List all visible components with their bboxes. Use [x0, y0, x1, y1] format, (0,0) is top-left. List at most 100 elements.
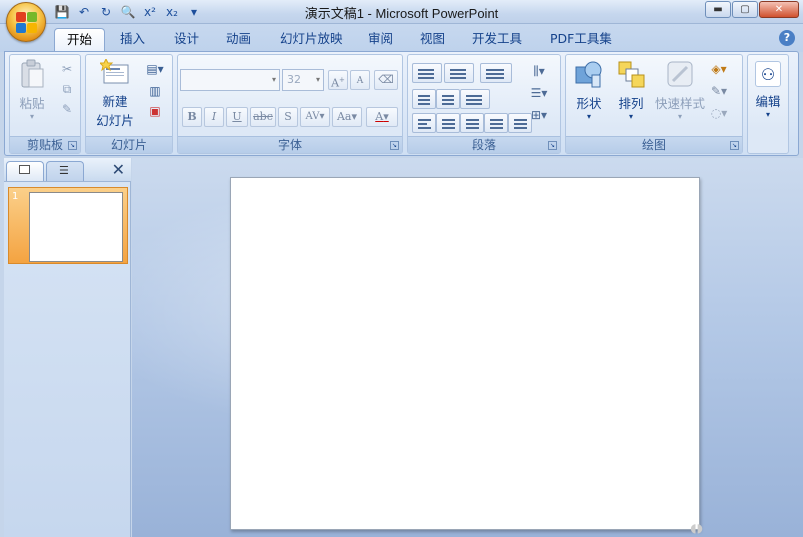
shrink-font-button[interactable]: A: [350, 70, 370, 90]
minimize-button[interactable]: ▬: [705, 1, 731, 18]
dialog-launcher-icon[interactable]: ↘: [390, 141, 399, 150]
font-group: ▾ 32 ▾ A+ A ⌫ B I U abc S AV▾ Aa▾ A▾ 字体 ↘: [177, 54, 403, 154]
align-text-icon[interactable]: ☰▾: [530, 85, 548, 101]
help-button[interactable]: ?: [779, 30, 795, 46]
ribbon: 粘贴 ▾ ✂ ⧉ ✎ 剪贴板 ↘ 新建 幻灯片 ▤▾ ▥ ▣ 幻灯片 ▾ 32 ▾…: [4, 51, 799, 156]
cut-icon[interactable]: ✂: [58, 61, 76, 77]
close-pane-icon[interactable]: ✕: [112, 160, 125, 179]
quick-styles-button[interactable]: 快速样式 ▾: [652, 59, 708, 121]
drawing-group: 形状 ▾ 排列 ▾ 快速样式 ▾ ◈▾ ✎▾ ◌▾ 绘图 ↘: [565, 54, 743, 154]
outline-tab[interactable]: ☰: [46, 161, 84, 181]
shape-fill-icon[interactable]: ◈▾: [710, 61, 728, 77]
shape-effects-icon[interactable]: ◌▾: [710, 105, 728, 121]
slide-thumbnail-number: 1: [12, 191, 19, 202]
dialog-launcher-icon[interactable]: ↘: [730, 141, 739, 150]
chevron-down-icon: ▾: [315, 75, 320, 84]
slide-thumbnail-selected[interactable]: 1: [8, 187, 128, 264]
font-color-button[interactable]: A▾: [366, 107, 398, 127]
font-size-value: 32: [287, 73, 301, 86]
font-name-combo[interactable]: ▾: [180, 69, 280, 91]
tab-2[interactable]: 设计: [162, 28, 211, 52]
delete-slide-icon[interactable]: ▣: [146, 103, 164, 119]
office-button[interactable]: [6, 2, 46, 42]
dialog-launcher-icon[interactable]: ↘: [548, 141, 557, 150]
tab-0[interactable]: 开始: [54, 28, 106, 52]
title-bar: 💾 ↶ ↻ 🔍 x² x₂ ▾ 演示文稿1 - Microsoft PowerPoint ▬…: [0, 0, 803, 42]
bold-button[interactable]: B: [182, 107, 202, 127]
new-slide-label-1: 新建: [102, 94, 128, 109]
align-center-button[interactable]: [436, 113, 460, 133]
window-controls: ▬ ▢ ✕: [705, 1, 799, 18]
arrange-icon: [616, 59, 646, 89]
editing-button[interactable]: ⚇ 编辑 ▾: [750, 61, 786, 119]
chevron-down-icon: ▾: [271, 75, 276, 84]
slides-tab[interactable]: [6, 161, 44, 181]
change-case-button[interactable]: Aa▾: [332, 107, 362, 127]
align-right-button[interactable]: [460, 113, 484, 133]
paragraph-group: ⫼▾ ☰▾ ⊞▾ 段落 ↘: [407, 54, 561, 154]
font-color-label: A: [375, 110, 384, 123]
paste-button[interactable]: 粘贴 ▾: [14, 59, 50, 121]
binoculars-icon: ⚇: [755, 61, 781, 87]
shapes-icon: [574, 59, 604, 89]
chevron-down-icon: ▾: [29, 112, 34, 121]
layout-icon[interactable]: ▤▾: [146, 61, 164, 77]
numbering-button[interactable]: [444, 63, 474, 83]
shape-outline-icon[interactable]: ✎▾: [710, 83, 728, 99]
columns-button[interactable]: [460, 89, 490, 109]
slide-thumbnail[interactable]: [29, 192, 123, 262]
arrange-button[interactable]: 排列 ▾: [612, 59, 650, 121]
editing-group: ⚇ 编辑 ▾: [747, 54, 789, 154]
dialog-launcher-icon[interactable]: ↘: [68, 141, 77, 150]
shrink-font-label: A: [356, 76, 364, 86]
tab-5[interactable]: 审阅: [356, 28, 405, 52]
chevron-down-icon: ▾: [677, 112, 682, 121]
shapes-button[interactable]: 形状 ▾: [570, 59, 608, 121]
decrease-indent-button[interactable]: [412, 89, 436, 109]
slide-canvas[interactable]: [230, 177, 700, 530]
justify-button[interactable]: [484, 113, 508, 133]
clear-format-icon[interactable]: ⌫: [374, 70, 398, 90]
grow-font-button[interactable]: A+: [328, 70, 348, 90]
bullets-button[interactable]: [412, 63, 442, 83]
line-spacing-button[interactable]: [480, 63, 512, 83]
chevron-down-icon: ▾: [765, 110, 770, 119]
underline-button[interactable]: U: [226, 107, 248, 127]
distributed-button[interactable]: [508, 113, 532, 133]
close-button[interactable]: ✕: [759, 1, 799, 18]
tab-8[interactable]: PDF工具集: [538, 28, 624, 52]
new-slide-button[interactable]: 新建 幻灯片: [90, 57, 140, 129]
reset-slide-icon[interactable]: ▥: [146, 83, 164, 99]
quick-styles-label: 快速样式: [654, 96, 705, 111]
font-size-combo[interactable]: 32 ▾: [282, 69, 324, 91]
resize-grip-icon[interactable]: ◖◗: [690, 521, 703, 535]
tab-4[interactable]: 幻灯片放映: [268, 28, 355, 52]
char-spacing-button[interactable]: AV▾: [300, 107, 330, 127]
clipboard-group: 粘贴 ▾ ✂ ⧉ ✎ 剪贴板 ↘: [9, 54, 81, 154]
tab-7[interactable]: 开发工具: [460, 28, 534, 52]
slides-pane: ☰ ✕ 1: [4, 158, 131, 537]
tab-6[interactable]: 视图: [408, 28, 457, 52]
slides-group: 新建 幻灯片 ▤▾ ▥ ▣ 幻灯片: [85, 54, 173, 154]
italic-button[interactable]: I: [204, 107, 224, 127]
maximize-button[interactable]: ▢: [732, 1, 758, 18]
align-left-button[interactable]: [412, 113, 436, 133]
copy-icon[interactable]: ⧉: [58, 81, 76, 97]
tab-1[interactable]: 插入: [108, 28, 157, 52]
tab-3[interactable]: 动画: [214, 28, 263, 52]
smartart-icon[interactable]: ⊞▾: [530, 107, 548, 123]
format-painter-icon[interactable]: ✎: [58, 101, 76, 117]
quick-styles-icon: [665, 59, 695, 89]
text-shadow-button[interactable]: S: [278, 107, 298, 127]
ribbon-tab-bar: 开始 插入 设计 动画 幻灯片放映 审阅 视图 开发工具 PDF工具集 ?: [0, 24, 803, 52]
strikethrough-button[interactable]: abc: [250, 107, 276, 127]
text-direction-icon[interactable]: ⫼▾: [530, 63, 548, 79]
increase-indent-button[interactable]: [436, 89, 460, 109]
slide-tab-icon: [19, 165, 30, 174]
arrange-label: 排列: [618, 96, 644, 111]
char-spacing-label: AV: [305, 111, 320, 122]
grow-font-label: A: [331, 76, 340, 90]
editing-label: 编辑: [755, 94, 781, 109]
new-slide-icon: [98, 57, 130, 87]
change-case-label: Aa: [336, 110, 352, 123]
